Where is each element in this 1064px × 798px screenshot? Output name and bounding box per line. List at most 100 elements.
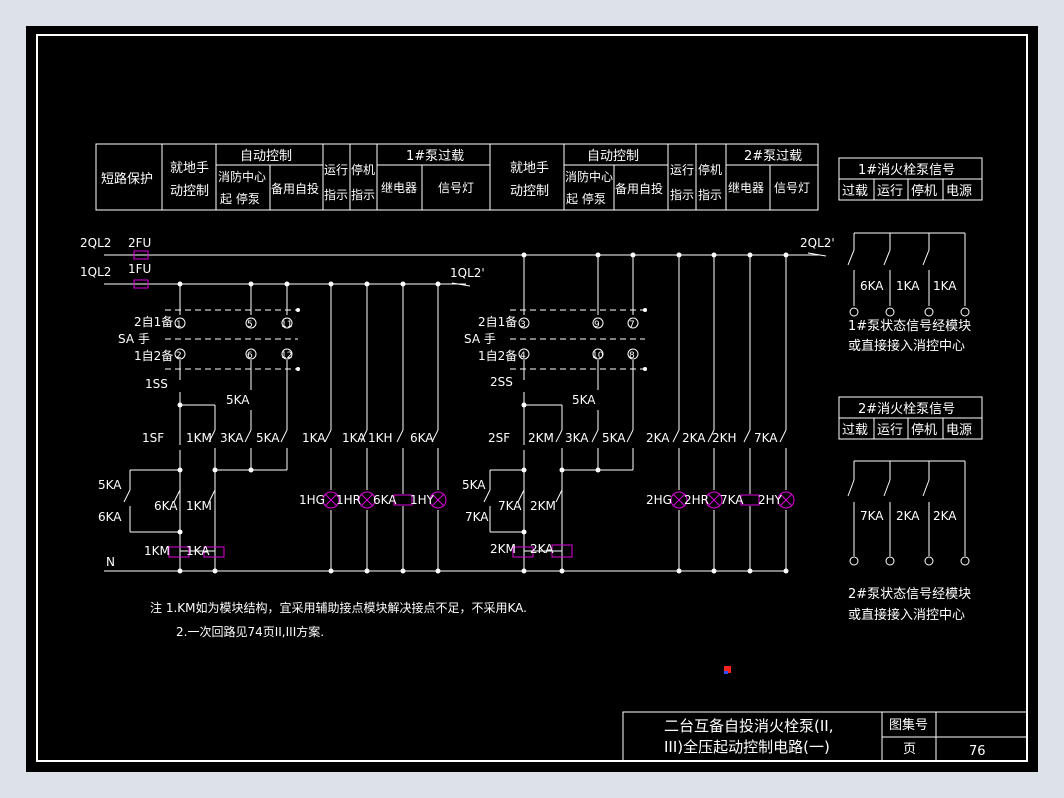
relay-label: 继电器 xyxy=(381,181,417,195)
label-2sf: 2SF xyxy=(488,431,510,445)
label-right-7ka-coil: 7KA xyxy=(720,493,744,507)
fire-center-label-2: 起 停泵 xyxy=(220,191,260,206)
label-right-2ka-b: 2KA xyxy=(682,431,706,445)
fire-center-label-r: 消防中心 xyxy=(565,169,613,184)
label-right-7ka-side: 7KA xyxy=(465,510,489,524)
signal2-contact-7ka: 7KA xyxy=(860,509,884,523)
label-2ql2-end: 2QL2' xyxy=(800,236,835,250)
signal-cell-stop-2: 停机 xyxy=(911,422,937,438)
signal-table-1-title: 1#消火栓泵信号 xyxy=(858,163,955,178)
label-left-1km-lower: 1KM xyxy=(186,499,212,513)
sa-right-num-3: 3 xyxy=(520,320,526,330)
signal2-contact-2ka: 2KA xyxy=(896,509,920,523)
label-left-6ka-c: 6KA xyxy=(410,431,434,445)
label-coil-1km: 1KM xyxy=(144,544,170,558)
local-manual-label-r-2: 动控制 xyxy=(510,184,549,199)
signal-cell-run: 运行 xyxy=(877,184,903,199)
auto-control-label: 自动控制 xyxy=(240,149,292,164)
stop-label-2: 指示 xyxy=(351,187,375,202)
label-left-5ka-top: 5KA xyxy=(226,393,250,407)
short-circuit-label: 短路保护 xyxy=(101,171,153,187)
stop-label: 停机 xyxy=(351,162,375,177)
label-left-1km: 1KM xyxy=(186,431,212,445)
overload-label: 1#泵过载 xyxy=(406,149,464,164)
signal2-contact-2ka-b: 2KA xyxy=(933,509,957,523)
label-1kh: 1KH xyxy=(368,431,393,445)
label-right-3ka: 3KA xyxy=(565,431,589,445)
signal1-contact-1ka-b: 1KA xyxy=(933,279,957,293)
run-label: 运行 xyxy=(324,163,348,177)
sa-right-num-10: 10 xyxy=(592,351,604,361)
page-label: 页 xyxy=(903,742,916,757)
label-left-1ka-b: 1KA xyxy=(342,431,366,445)
sa-left-num-2: 2 xyxy=(176,351,182,361)
label-left-3ka: 3KA xyxy=(220,431,244,445)
relay-label-r: 继电器 xyxy=(728,181,764,195)
local-manual-label: 就地手 xyxy=(170,161,209,176)
signal-cell-overload-2: 过载 xyxy=(842,423,868,438)
local-manual-label-r: 就地手 xyxy=(510,161,549,176)
label-1hr: 1HR xyxy=(336,493,361,507)
signal-lamp-label: 信号灯 xyxy=(438,181,474,195)
label-1ql2-end: 1QL2' xyxy=(450,266,485,280)
title-line-1: 二台互备自投消火栓泵(II, xyxy=(664,717,833,735)
label-2hr: 2HR xyxy=(684,493,709,507)
label-right-2km: 2KM xyxy=(528,431,554,445)
label-2kh: 2KH xyxy=(712,431,737,445)
label-1sf: 1SF xyxy=(142,431,164,445)
label-sa-right-mid: SA 手 xyxy=(464,332,496,346)
label-coil-1ka: 1KA xyxy=(186,544,210,558)
label-sa-left-top: 2自1备 xyxy=(134,315,173,329)
label-sa-left-mid: SA 手 xyxy=(118,332,150,346)
label-sa-left-bot: 1自2备 xyxy=(134,349,173,363)
label-1hg: 1HG xyxy=(299,493,325,507)
label-coil-2ka: 2KA xyxy=(530,542,554,556)
label-right-5ka: 5KA xyxy=(602,431,626,445)
run-label-r-2: 指示 xyxy=(670,187,694,202)
blue-marker xyxy=(724,671,728,674)
label-1fu: 1FU xyxy=(128,262,151,276)
label-right-5ka-top: 5KA xyxy=(572,393,596,407)
local-manual-label-2: 动控制 xyxy=(170,184,209,199)
sa-right-num-7: 7 xyxy=(629,320,635,330)
label-2hy: 2HY xyxy=(758,493,783,507)
label-1ss: 1SS xyxy=(145,377,168,391)
signal-lamp-label-r: 信号灯 xyxy=(774,181,810,195)
stop-label-r: 停机 xyxy=(698,162,722,177)
note-line-2: 2.一次回路见74页II,III方案. xyxy=(176,624,324,639)
stop-label-r-2: 指示 xyxy=(698,187,722,202)
standby-label: 备用自投 xyxy=(271,181,319,196)
overload-label-r: 2#泵过载 xyxy=(744,149,802,164)
signal-table-2-title: 2#消火栓泵信号 xyxy=(858,402,955,417)
sa-right-num-8: 8 xyxy=(629,351,635,361)
sa-right-num-4: 4 xyxy=(520,351,526,361)
label-2ql2: 2QL2 xyxy=(80,236,111,250)
sa-left-num-11: 11 xyxy=(281,320,292,330)
signal2-note-1: 2#泵状态信号经模块 xyxy=(848,587,971,602)
title-line-2: III)全压起动控制电路(一) xyxy=(664,738,830,756)
drawing-canvas: 短路保护 就地手 动控制 自动控制 消防中心 起 停泵 备用自投 运行 指示 停… xyxy=(26,26,1038,772)
label-right-7ka-c: 7KA xyxy=(754,431,778,445)
label-left-5ka-side: 5KA xyxy=(98,478,122,492)
label-coil-2km: 2KM xyxy=(490,542,516,556)
label-2fu: 2FU xyxy=(128,236,151,250)
fire-center-label: 消防中心 xyxy=(218,169,266,184)
signal-cell-overload: 过载 xyxy=(842,184,868,199)
label-right-2km-lower: 2KM xyxy=(530,499,556,513)
label-left-1ka-a: 1KA xyxy=(302,431,326,445)
drawing-background xyxy=(26,26,1038,772)
sa-left-num-12: 12 xyxy=(281,351,292,361)
label-right-7ka: 7KA xyxy=(498,499,522,513)
fire-center-label-r-2: 起 停泵 xyxy=(566,191,606,206)
label-sa-right-bot: 1自2备 xyxy=(478,349,517,363)
signal-cell-run-2: 运行 xyxy=(877,423,903,438)
sa-left-num-5: 5 xyxy=(247,320,253,330)
page-number: 76 xyxy=(969,744,986,759)
label-2hg: 2HG xyxy=(646,493,672,507)
label-right-2ka-a: 2KA xyxy=(646,431,670,445)
label-left-6ka-side: 6KA xyxy=(98,510,122,524)
label-left-5ka: 5KA xyxy=(256,431,280,445)
signal1-note-1: 1#泵状态信号经模块 xyxy=(848,319,971,334)
note-line-1: 注 1.KM如为模块结构，宜采用辅助接点模块解决接点不足，不采用KA. xyxy=(150,600,527,615)
label-left-6ka: 6KA xyxy=(154,499,178,513)
